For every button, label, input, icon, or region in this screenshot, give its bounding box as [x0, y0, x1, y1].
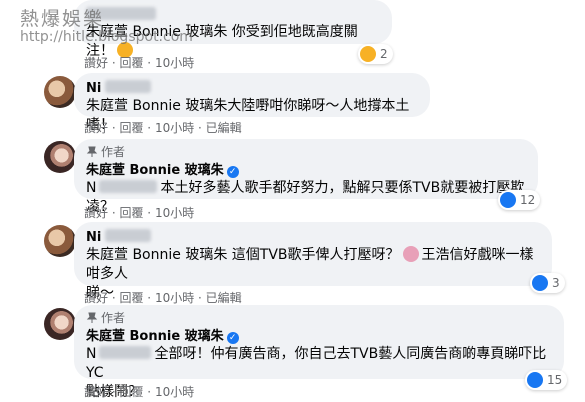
author-badge: 作者: [86, 143, 526, 160]
timestamp[interactable]: 10小時: [155, 291, 194, 305]
avatar[interactable]: [44, 225, 76, 257]
timestamp[interactable]: 10小時: [155, 385, 194, 399]
commenter-name[interactable]: Ni: [86, 230, 101, 245]
avatar[interactable]: [44, 308, 76, 340]
like-link[interactable]: 讚好: [84, 56, 108, 70]
timestamp[interactable]: 10小時: [155, 121, 194, 135]
commenter-name[interactable]: 朱庭萱 Bonnie 玻璃朱: [86, 329, 224, 344]
verified-badge-icon: ✓: [226, 332, 239, 344]
reaction-count[interactable]: 15: [525, 370, 568, 390]
edited-label: 已編輯: [205, 121, 242, 135]
redacted-name: [105, 80, 152, 93]
commenter-name[interactable]: 朱庭萱 Bonnie 玻璃朱: [86, 163, 224, 178]
haha-icon: [360, 46, 376, 62]
reaction-count[interactable]: 3: [530, 273, 565, 293]
mention-prefix[interactable]: N: [86, 180, 96, 196]
commenter-name[interactable]: Ni: [86, 81, 101, 96]
reply-link[interactable]: 回覆: [119, 385, 143, 399]
comment-actions-4: 讚好 · 回覆 · 10小時 · 已編輯: [84, 291, 242, 305]
like-icon: [500, 192, 516, 208]
reaction-count[interactable]: 2: [358, 44, 393, 64]
person-emoji-icon: [402, 246, 419, 262]
like-link[interactable]: 讚好: [84, 206, 108, 220]
comment-actions-1: 讚好 · 回覆 · 10小時: [84, 56, 195, 70]
avatar[interactable]: [44, 141, 76, 173]
comment-bubble-5: 作者 朱庭萱 Bonnie 玻璃朱 ✓ N 全部呀！仲有廣告商，你自己去TVB藝人同…: [74, 305, 564, 400]
like-link[interactable]: 讚好: [84, 385, 108, 399]
timestamp[interactable]: 10小時: [155, 206, 194, 220]
comment-text: 全部呀！仲有廣告商，你自己去TVB藝人同廣告商啲專頁睇吓比YC: [86, 346, 547, 381]
reply-link[interactable]: 回覆: [119, 56, 143, 70]
pin-icon: [86, 312, 98, 323]
author-badge: 作者: [86, 309, 552, 326]
avatar[interactable]: [44, 76, 76, 108]
comment-bubble-2: Ni 朱庭萱 Bonnie 玻璃朱大陸嘢咁你睇呀～人地撐本土嗜！: [74, 73, 430, 133]
watermark: 熱爆娛樂 http://hitle.blogspot.com: [20, 4, 193, 45]
comment-actions-5: 讚好 · 回覆 · 10小時: [84, 385, 195, 399]
redacted-name: [105, 229, 152, 242]
redacted-mention: [99, 346, 152, 359]
reply-link[interactable]: 回覆: [119, 206, 143, 220]
comment-bubble-3: 作者 朱庭萱 Bonnie 玻璃朱 ✓ N 本土好多藝人歌手都好努力，點解只要係TV…: [74, 139, 538, 215]
verified-badge-icon: ✓: [226, 166, 239, 178]
timestamp[interactable]: 10小時: [155, 56, 194, 70]
redacted-mention: [99, 180, 158, 193]
comment-actions-2: 讚好 · 回覆 · 10小時 · 已編輯: [84, 121, 242, 135]
comment-text: 朱庭萱 Bonnie 玻璃朱 這個TVB歌手俾人打壓呀？: [86, 247, 400, 263]
like-icon: [527, 372, 543, 388]
comment-actions-3: 讚好 · 回覆 · 10小時: [84, 206, 195, 220]
like-link[interactable]: 讚好: [84, 121, 108, 135]
edited-label: 已編輯: [205, 291, 242, 305]
watermark-url: http://hitle.blogspot.com: [20, 29, 193, 45]
mention-prefix[interactable]: N: [86, 346, 96, 362]
reaction-count[interactable]: 12: [498, 190, 541, 210]
like-icon: [532, 275, 548, 291]
pin-icon: [86, 146, 98, 157]
reply-link[interactable]: 回覆: [119, 291, 143, 305]
reply-link[interactable]: 回覆: [119, 121, 143, 135]
comment-bubble-4: Ni 朱庭萱 Bonnie 玻璃朱 這個TVB歌手俾人打壓呀？ 王浩信好戲咪一樣咁…: [74, 222, 552, 301]
watermark-title: 熱爆娛樂: [20, 8, 105, 30]
like-link[interactable]: 讚好: [84, 291, 108, 305]
